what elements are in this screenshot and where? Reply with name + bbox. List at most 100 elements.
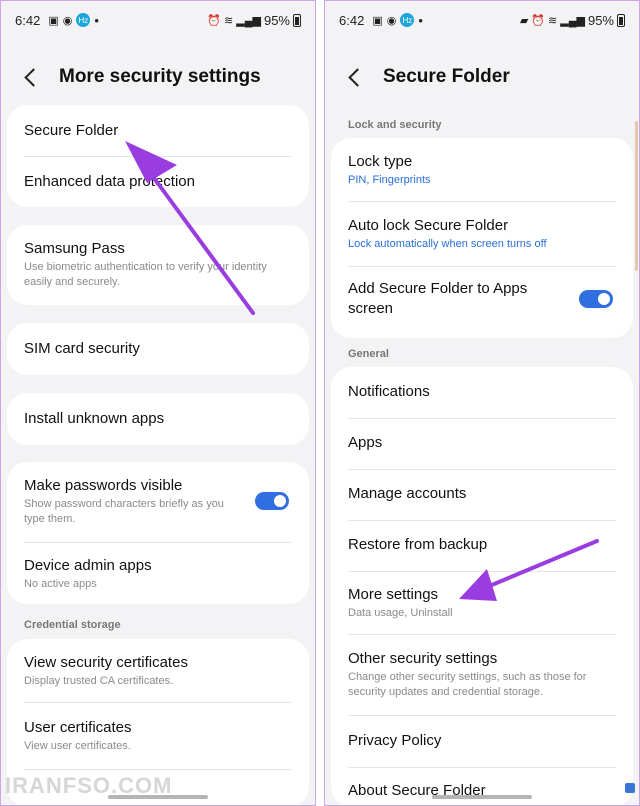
more-settings-item[interactable]: More settings Data usage, Uninstall [331,585,633,621]
hz-icon: Hz [400,13,415,27]
status-time: 6:42 [15,12,41,28]
view-security-certificates-label: View security certificates [24,654,188,671]
card-sim: SIM card security [7,323,309,375]
notifications-item[interactable]: Notifications [331,382,633,402]
page-title: Secure Folder [383,66,510,87]
privacy-policy-label: Privacy Policy [348,732,442,749]
status-bar: 6:42 ▣ ◉ Hz • ▰ ⏰ ≋ ▂▄▆ 95% [325,1,639,39]
card-general: Notifications Apps Manage accounts Resto… [331,367,633,805]
section-credential-storage: Credential storage [24,619,121,631]
alarm-icon: ⏰ [531,14,546,27]
samsung-pass-item[interactable]: Samsung Pass Use biometric authenticatio… [7,239,309,290]
wifi-icon: ≋ [548,14,558,27]
other-security-settings-description: Change other security settings, such as … [348,671,587,698]
divider [348,418,616,419]
device-admin-apps-item[interactable]: Device admin apps No active apps [7,556,309,592]
device-admin-apps-label: Device admin apps [24,557,152,574]
notifications-label: Notifications [348,383,430,400]
section-lock-and-security: Lock and security [348,119,442,131]
divider [348,634,616,635]
home-indicator[interactable] [432,795,532,799]
divider [24,156,292,157]
sim-card-security-label: SIM card security [24,340,140,357]
battery-percent: 95% [587,12,614,28]
scrollbar[interactable] [635,121,638,271]
whatsapp-icon: ◉ [386,14,397,27]
sim-card-security-item[interactable]: SIM card security [7,339,309,359]
signal-icon: ▂▄▆ [236,14,261,27]
passwords-visible-toggle[interactable] [255,492,289,510]
card-passwords: Make passwords visible Show password cha… [7,462,309,604]
auto-lock-item[interactable]: Auto lock Secure Folder Lock automatical… [331,216,633,252]
add-to-apps-label: Add Secure Folder to Apps screen [348,280,528,317]
other-security-settings-item[interactable]: Other security settings Change other sec… [331,649,633,700]
folder-icon: ▰ [519,14,529,27]
left-screen: 6:42 ▣ ◉ Hz • ⏰ ≋ ▂▄▆ 95% More security … [0,0,316,806]
restore-from-backup-label: Restore from backup [348,536,488,553]
divider [24,702,292,703]
make-passwords-visible-description: Show password characters briefly as you … [24,498,224,525]
lock-type-item[interactable]: Lock type PIN, Fingerprints [331,152,633,188]
status-time: 6:42 [339,12,365,28]
divider [348,266,616,267]
status-right: ⏰ ≋ ▂▄▆ 95% [207,13,301,28]
other-security-settings-label: Other security settings [348,650,498,667]
watermark: IRANFSO.COM [5,773,173,798]
divider [348,520,616,521]
status-bar: 6:42 ▣ ◉ Hz • ⏰ ≋ ▂▄▆ 95% [1,1,315,39]
view-security-certificates-description: Display trusted CA certificates. [24,675,174,687]
add-to-apps-toggle[interactable] [579,290,613,308]
device-admin-apps-description: No active apps [24,578,97,590]
page-header: Secure Folder [325,59,639,95]
gallery-icon: ▣ [48,14,59,27]
auto-lock-value: Lock automatically when screen turns off [348,238,547,250]
auto-lock-label: Auto lock Secure Folder [348,217,509,234]
alarm-icon: ⏰ [207,14,222,27]
apps-item[interactable]: Apps [331,433,633,453]
status-right: ▰ ⏰ ≋ ▂▄▆ 95% [520,13,625,28]
back-arrow-icon[interactable] [21,66,43,88]
enhanced-data-protection-item[interactable]: Enhanced data protection [7,172,309,192]
divider [348,715,616,716]
lock-type-label: Lock type [348,153,413,170]
apps-label: Apps [348,434,383,451]
divider [348,469,616,470]
page-title: More security settings [59,66,261,87]
battery-percent: 95% [263,12,290,28]
secure-folder-item[interactable]: Secure Folder [7,121,309,141]
notification-dot-icon: • [418,12,423,28]
divider [24,769,292,770]
card-install: Install unknown apps [7,393,309,445]
battery-icon [617,13,625,27]
whatsapp-icon: ◉ [62,14,73,27]
divider [348,201,616,202]
card-secure-folder: Secure Folder Enhanced data protection [7,105,309,207]
lock-type-value: PIN, Fingerprints [348,174,431,186]
page-header: More security settings [1,59,315,95]
more-settings-label: More settings [348,586,439,603]
hz-icon: Hz [76,13,91,27]
floating-icon[interactable] [625,783,635,793]
restore-from-backup-item[interactable]: Restore from backup [331,535,633,555]
manage-accounts-item[interactable]: Manage accounts [331,484,633,504]
wifi-icon: ≋ [224,14,234,27]
notification-dot-icon: • [94,12,99,28]
divider [348,767,616,768]
view-security-certificates-item[interactable]: View security certificates Display trust… [7,653,309,689]
divider [348,571,616,572]
card-lock-security: Lock type PIN, Fingerprints Auto lock Se… [331,138,633,338]
back-arrow-icon[interactable] [345,66,367,88]
divider [24,542,292,543]
privacy-policy-item[interactable]: Privacy Policy [331,731,633,751]
user-certificates-item[interactable]: User certificates View user certificates… [7,718,309,754]
secure-folder-label: Secure Folder [24,122,119,139]
gallery-icon: ▣ [372,14,383,27]
samsung-pass-description: Use biometric authentication to verify y… [24,261,267,288]
install-unknown-apps-item[interactable]: Install unknown apps [7,409,309,429]
enhanced-data-protection-label: Enhanced data protection [24,173,195,190]
section-general: General [348,348,389,360]
battery-icon [293,13,301,27]
user-certificates-description: View user certificates. [24,740,131,752]
make-passwords-visible-label: Make passwords visible [24,477,183,494]
samsung-pass-label: Samsung Pass [24,240,125,257]
